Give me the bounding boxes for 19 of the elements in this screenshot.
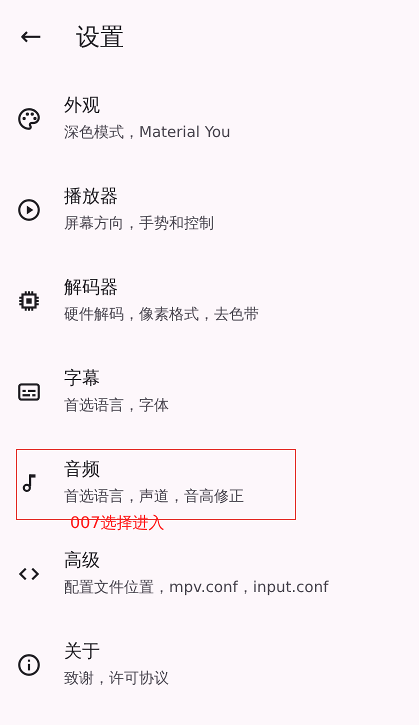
info-icon xyxy=(16,652,42,678)
play-circle-icon xyxy=(16,196,42,222)
item-title: 音频 xyxy=(64,458,101,482)
back-button[interactable]: ← xyxy=(16,22,46,52)
item-title: 播放器 xyxy=(64,185,119,209)
page-title: 设置 xyxy=(76,22,124,52)
item-title: 高级 xyxy=(64,549,101,573)
item-title: 字幕 xyxy=(64,367,101,391)
item-subtitle: 硬件解码，像素格式，去色带 xyxy=(64,304,259,325)
palette-icon xyxy=(16,106,42,132)
item-subtitle: 深色模式，Material You xyxy=(64,122,231,143)
item-subtitle: 致谢，许可协议 xyxy=(64,668,169,689)
item-subtitle: 首选语言，声道，音高修正 xyxy=(64,486,244,507)
item-title: 解码器 xyxy=(64,276,119,300)
item-subtitle: 配置文件位置，mpv.conf，input.conf xyxy=(64,577,328,598)
item-subtitle: 首选语言，字体 xyxy=(64,395,169,416)
item-title: 外观 xyxy=(64,94,101,118)
item-subtitle: 屏幕方向，手势和控制 xyxy=(64,213,214,234)
item-title: 关于 xyxy=(64,640,101,664)
